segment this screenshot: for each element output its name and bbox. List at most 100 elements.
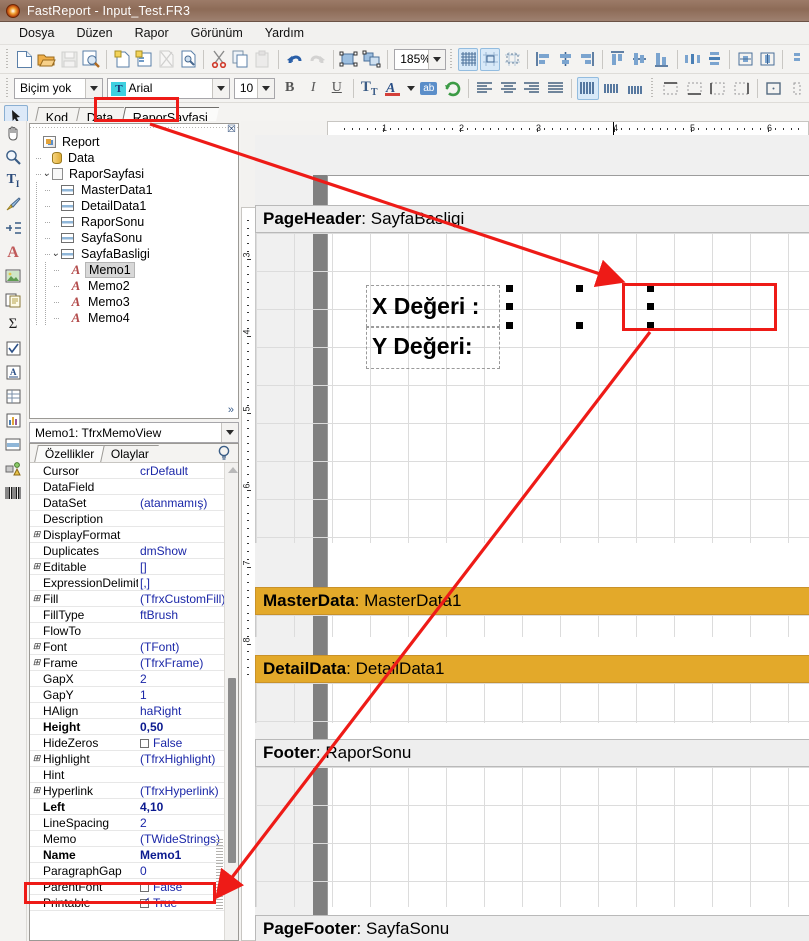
property-row-font[interactable]: ⊞ Font (TFont) [30,639,238,655]
save-report-button[interactable] [59,48,79,71]
property-row-editable[interactable]: ⊞ Editable [] [30,559,238,575]
text-align-right-button[interactable] [521,77,543,100]
subreport-object-tool[interactable] [2,290,24,311]
scrollbar-thumb[interactable] [228,678,236,863]
property-row-datafield[interactable]: DataField [30,479,238,495]
property-row-memo[interactable]: Memo (TWideStrings) [30,831,238,847]
tree-node-detaildata1[interactable]: DetailData1 [30,198,238,214]
ungroup-button[interactable] [361,48,382,71]
property-value[interactable]: (TFont) [138,640,238,654]
tree-node-memo4[interactable]: A Memo4 [30,310,238,326]
inspector-scrollbar[interactable] [224,463,238,940]
menu-item-gorunum[interactable]: Görünüm [180,23,254,43]
frame-all-button[interactable] [763,77,785,100]
tree-expander-icon[interactable]: ⌄ [41,168,52,180]
preview-button[interactable] [81,48,101,71]
bold-button[interactable]: B [279,77,301,100]
object-selector-combo[interactable]: Memo1: TfrxMemoView [29,422,239,443]
text-tool[interactable]: TI [2,170,24,191]
chart-object-tool[interactable] [2,410,24,431]
font-size-combo[interactable]: 10 [233,77,275,99]
tree-node-data[interactable]: Data [30,150,238,166]
property-value[interactable]: (TfrxHyperlink) [138,784,238,798]
picture-object-tool[interactable] [2,266,24,287]
group-button[interactable] [338,48,359,71]
valign-bottom-button[interactable] [624,77,646,100]
band-masterdata-header[interactable]: MasterData: MasterData1 [255,587,809,615]
valign-center-button[interactable] [601,77,623,100]
property-expander-icon[interactable]: ⊞ [30,657,43,668]
new-dialog-button[interactable] [134,48,154,71]
open-report-button[interactable] [36,48,57,71]
tree-node-sayfabasligi[interactable]: ⌄ SayfaBasligi [30,246,238,262]
zoom-combo[interactable]: 185% [394,48,446,70]
text-align-justify-button[interactable] [545,77,567,100]
property-value[interactable]: Memo1 [138,848,238,862]
align-right-button[interactable] [577,48,597,71]
show-grid-button[interactable] [458,47,479,71]
property-value[interactable]: dmShow [138,544,238,558]
font-size-dropdown-arrow[interactable] [256,78,274,98]
tree-expander-icon[interactable]: ⌄ [50,248,61,260]
font-dropdown-arrow[interactable] [211,78,229,98]
property-value[interactable]: 1 [138,688,238,702]
tree-expander-icon[interactable] [50,217,61,228]
barcode-object-tool[interactable] [2,482,24,503]
property-row-highlight[interactable]: ⊞ Highlight (TfrxHighlight) [30,751,238,767]
property-expander-icon[interactable]: ⊞ [30,785,43,796]
tree-expander-icon[interactable] [59,297,70,308]
band-object-tool[interactable] [2,434,24,455]
system-text-tool[interactable]: Σ [2,314,24,335]
toolbar-grip[interactable] [649,78,656,98]
text-align-center-button[interactable] [498,77,520,100]
band-pagefooter-header[interactable]: PageFooter: SayfaSonu [255,915,809,941]
tree-node-memo1[interactable]: A Memo1 [30,262,238,278]
tree-expander-icon[interactable] [59,281,70,292]
band-masterdata-body[interactable] [255,615,809,637]
font-color-dropdown-arrow[interactable] [406,77,417,100]
align-hcenter-button[interactable] [555,48,575,71]
frame-bottom-button[interactable] [683,77,705,100]
property-expander-icon[interactable]: ⊞ [30,529,43,540]
richtext-object-tool[interactable]: A [2,362,24,383]
delete-page-button[interactable] [156,48,176,71]
design-canvas[interactable]: PageHeader: SayfaBasligi X Değeri : Y De… [255,135,809,941]
band-pageheader-header[interactable]: PageHeader: SayfaBasligi [255,205,809,233]
property-value[interactable]: ftBrush [138,608,238,622]
page-settings-button[interactable] [178,48,198,71]
more-align-button[interactable] [788,48,808,71]
text-align-left-button[interactable] [474,77,496,100]
menu-item-duzen[interactable]: Düzen [65,23,123,43]
table-object-tool[interactable] [2,386,24,407]
property-expander-icon[interactable]: ⊞ [30,753,43,764]
tree-expander-icon[interactable] [32,137,43,148]
new-report-button[interactable] [14,48,34,71]
tree-expander-icon[interactable] [50,233,61,244]
property-row-expressiondelimite[interactable]: ExpressionDelimite [,] [30,575,238,591]
property-value[interactable]: (TWideStrings) [138,832,238,846]
band-footer-header[interactable]: Footer: RaporSonu [255,739,809,767]
tree-node-masterdata1[interactable]: MasterData1 [30,182,238,198]
checkbox-object-tool[interactable] [2,338,24,359]
hand-tool[interactable] [2,122,24,143]
align-left-button[interactable] [533,48,553,71]
property-row-flowto[interactable]: FlowTo [30,623,238,639]
property-row-frame[interactable]: ⊞ Frame (TfrxFrame) [30,655,238,671]
align-bottom-button[interactable] [652,48,672,71]
frame-top-button[interactable] [660,77,682,100]
property-value[interactable]: crDefault [138,464,238,478]
property-value[interactable]: [] [138,560,238,574]
property-value[interactable]: False [138,736,238,750]
tree-node-report[interactable]: Report [30,134,238,150]
property-value[interactable]: 4,10 [138,800,238,814]
property-row-hidezeros[interactable]: HideZeros False [30,735,238,751]
tree-expander-icon[interactable] [50,201,61,212]
tree-node-raporsayfasi[interactable]: ⌄ RaporSayfasi [30,166,238,182]
rotate-text-button[interactable] [442,77,464,100]
band-detaildata-header[interactable]: DetailData: DetailData1 [255,655,809,683]
tree-node-raporsonu[interactable]: RaporSonu [30,214,238,230]
property-row-height[interactable]: Height 0,50 [30,719,238,735]
property-row-filltype[interactable]: FillType ftBrush [30,607,238,623]
property-value[interactable]: (TfrxCustomFill) [138,592,238,606]
property-row-name[interactable]: Name Memo1 [30,847,238,863]
